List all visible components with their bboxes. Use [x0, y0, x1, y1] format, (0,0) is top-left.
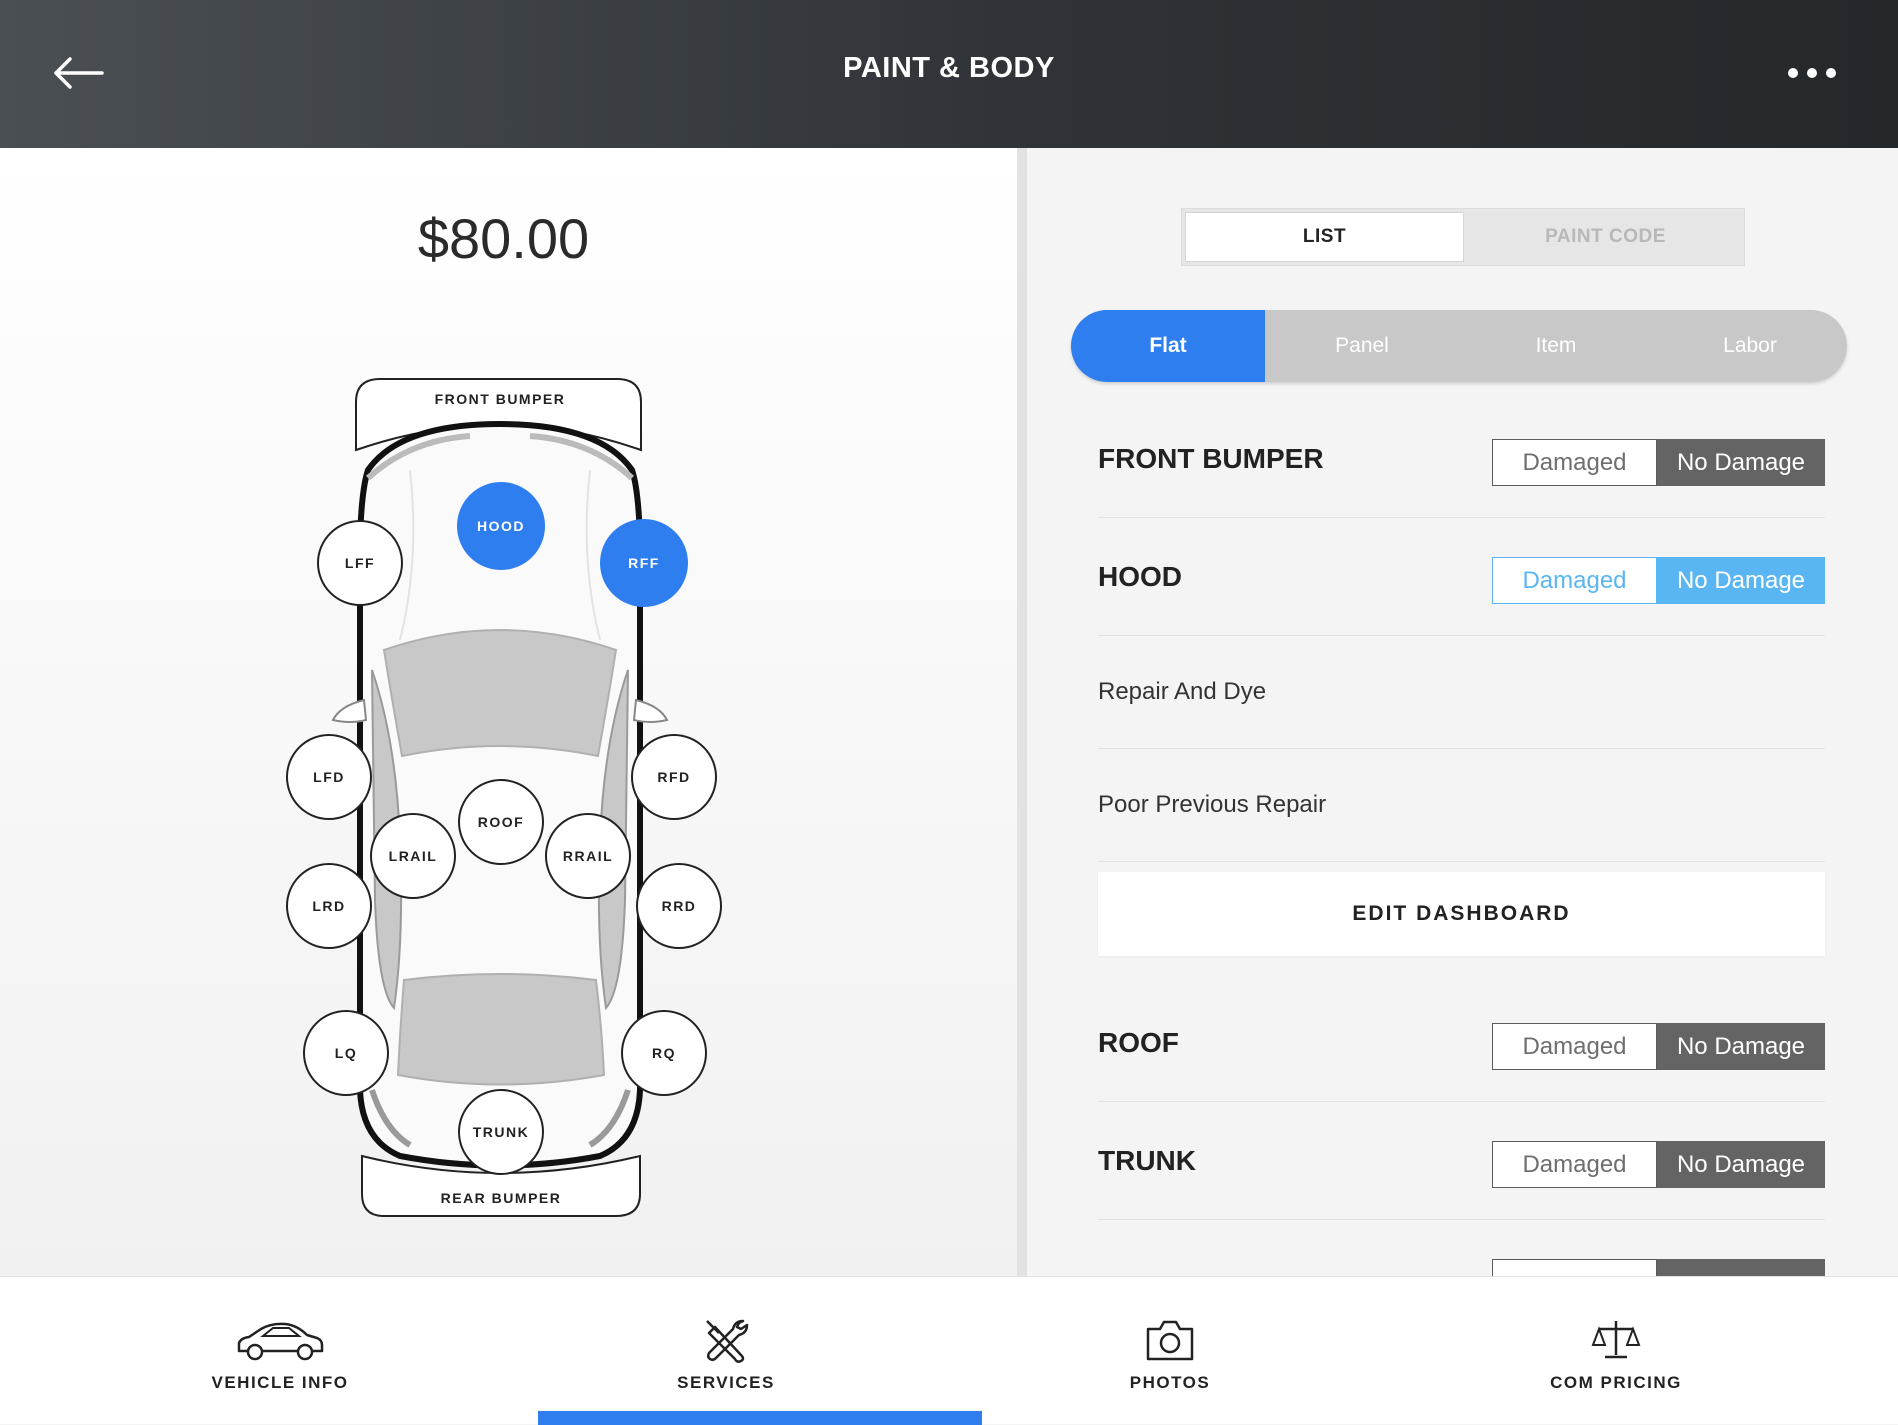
view-segmented-control: LIST PAINT CODE	[1181, 208, 1745, 266]
nav-label: SERVICES	[677, 1373, 775, 1392]
tab-list[interactable]: LIST	[1185, 212, 1464, 262]
tab-flat[interactable]: Flat	[1071, 310, 1265, 382]
no-damage-button[interactable]	[1657, 1259, 1825, 1276]
hotspot-lff[interactable]: LFF	[317, 520, 403, 606]
hotspot-lrail-label: LRAIL	[389, 848, 438, 864]
hotspot-rff-label: RFF	[628, 555, 660, 571]
no-damage-button[interactable]: No Damage	[1657, 1023, 1825, 1070]
hotspot-rq-label: RQ	[652, 1045, 676, 1061]
edit-dashboard-button[interactable]: EDIT DASHBOARD	[1098, 872, 1825, 956]
nav-vehicle-info[interactable]: VEHICLE INFO	[180, 1277, 380, 1425]
hotspot-rq[interactable]: RQ	[621, 1010, 707, 1096]
damage-toggle	[1492, 1259, 1825, 1276]
car-diagram: FRONT BUMPER REAR BUMPER HOOD LFF RFF LF…	[286, 378, 722, 1217]
hotspot-lfd-label: LFD	[313, 769, 345, 785]
hotspot-rrail-label: RRAIL	[563, 848, 613, 864]
no-damage-button[interactable]: No Damage	[1657, 439, 1825, 486]
hotspot-rrail[interactable]: RRAIL	[545, 813, 631, 899]
car-icon	[237, 1322, 324, 1361]
hotspot-lq-label: LQ	[335, 1045, 357, 1061]
hotspot-rfd[interactable]: RFD	[631, 734, 717, 820]
tab-item[interactable]: Item	[1459, 310, 1653, 382]
hotspot-rff[interactable]: RFF	[600, 519, 688, 607]
front-bumper-label: FRONT BUMPER	[435, 391, 566, 407]
hotspot-roof[interactable]: ROOF	[458, 779, 544, 865]
active-tab-indicator	[538, 1411, 982, 1425]
damage-toggle: Damaged No Damage	[1492, 439, 1825, 486]
damage-row-roof: ROOF Damaged No Damage	[1098, 984, 1825, 1102]
hood-option-repair-and-dye[interactable]: Repair And Dye	[1098, 636, 1825, 749]
nav-services[interactable]: SERVICES	[626, 1277, 826, 1425]
nav-photos[interactable]: PHOTOS	[1070, 1277, 1270, 1425]
row-label: TRUNK	[1098, 1145, 1196, 1176]
scale-icon	[1591, 1321, 1641, 1359]
row-label: ROOF	[1098, 1027, 1179, 1058]
hotspot-roof-label: ROOF	[478, 814, 524, 830]
damage-toggle: Damaged No Damage	[1492, 1023, 1825, 1070]
damage-list-panel: LIST PAINT CODE Flat Panel Item Labor FR…	[1027, 148, 1898, 1276]
hotspot-lq[interactable]: LQ	[303, 1010, 389, 1096]
hotspot-trunk[interactable]: TRUNK	[458, 1089, 544, 1175]
hotspot-lfd[interactable]: LFD	[286, 734, 372, 820]
nav-label: COM PRICING	[1550, 1373, 1682, 1392]
row-label: HOOD	[1098, 561, 1182, 592]
hotspot-hood-label: HOOD	[477, 518, 525, 534]
hotspot-hood[interactable]: HOOD	[457, 482, 545, 570]
bottom-nav: VEHICLE INFO SERVICES PHOTOS COM PRICING	[0, 1276, 1898, 1425]
rear-bumper-label: REAR BUMPER	[441, 1190, 562, 1206]
damaged-button[interactable]	[1492, 1259, 1657, 1276]
damaged-button[interactable]: Damaged	[1492, 557, 1657, 604]
nav-com-pricing[interactable]: COM PRICING	[1516, 1277, 1716, 1425]
car-diagram-panel: $80.00 FRONT BUMPER REAR BUMPER HOOD LFF…	[0, 148, 1017, 1276]
no-damage-button[interactable]: No Damage	[1657, 1141, 1825, 1188]
app-header: PAINT & BODY	[0, 0, 1898, 148]
damage-toggle: Damaged No Damage	[1492, 557, 1825, 604]
row-label: FRONT BUMPER	[1098, 443, 1324, 474]
hotspot-rfd-label: RFD	[657, 769, 690, 785]
page-title: PAINT & BODY	[843, 52, 1055, 84]
more-options-icon[interactable]	[1784, 58, 1840, 88]
hood-option-poor-previous-repair[interactable]: Poor Previous Repair	[1098, 749, 1825, 862]
hotspot-rrd[interactable]: RRD	[636, 863, 722, 949]
damaged-button[interactable]: Damaged	[1492, 439, 1657, 486]
tab-paint-code[interactable]: PAINT CODE	[1467, 209, 1744, 265]
pricing-type-tabs: Flat Panel Item Labor	[1071, 310, 1847, 382]
damage-row-front-bumper: FRONT BUMPER Damaged No Damage	[1098, 400, 1825, 518]
no-damage-button[interactable]: No Damage	[1657, 557, 1825, 604]
damage-toggle: Damaged No Damage	[1492, 1141, 1825, 1188]
damaged-button[interactable]: Damaged	[1492, 1141, 1657, 1188]
hotspot-lrail[interactable]: LRAIL	[370, 813, 456, 899]
tab-panel[interactable]: Panel	[1265, 310, 1459, 382]
tab-labor[interactable]: Labor	[1653, 310, 1847, 382]
tools-icon	[706, 1319, 749, 1363]
damage-row-trunk: TRUNK Damaged No Damage	[1098, 1102, 1825, 1220]
nav-label: PHOTOS	[1129, 1373, 1211, 1392]
damaged-button[interactable]: Damaged	[1492, 1023, 1657, 1070]
panel-divider	[1017, 148, 1027, 1276]
nav-label: VEHICLE INFO	[211, 1373, 349, 1392]
camera-icon	[1146, 1320, 1194, 1361]
hotspot-rrd-label: RRD	[662, 898, 697, 914]
hotspot-lrd-label: LRD	[312, 898, 345, 914]
hotspot-trunk-label: TRUNK	[473, 1124, 530, 1140]
hotspot-lff-label: LFF	[345, 555, 375, 571]
hotspot-lrd[interactable]: LRD	[286, 863, 372, 949]
damage-row-hood: HOOD Damaged No Damage	[1098, 518, 1825, 636]
damage-row-partial	[1098, 1220, 1825, 1276]
